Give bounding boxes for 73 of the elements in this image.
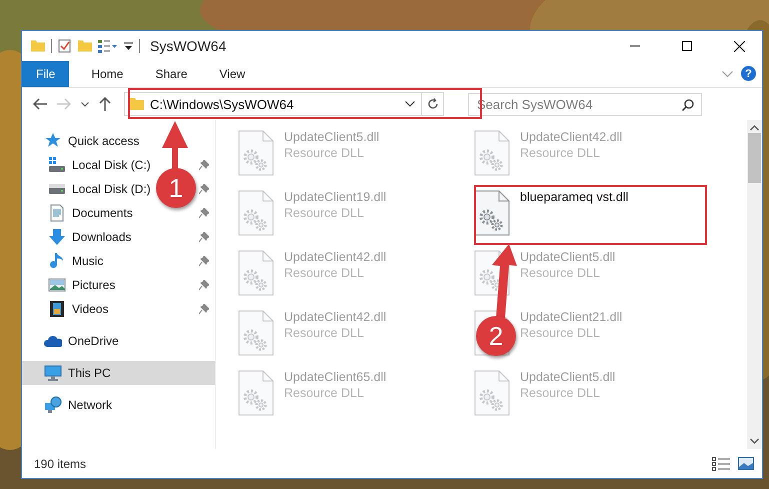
sidebar-item[interactable]: This PC [68,366,111,380]
music-note-icon [48,252,66,270]
properties-icon[interactable] [58,39,72,53]
large-icons-view-icon[interactable] [738,457,754,470]
file-type: Resource DLL [520,386,601,400]
sidebar-item[interactable]: Quick access [68,134,140,148]
search-icon[interactable] [682,98,694,110]
view-options-icon[interactable] [98,39,118,53]
item-count: 190 items [34,456,88,470]
file-type: Resource DLL [284,206,365,220]
scrollbar-thumb[interactable] [748,133,761,183]
file-type: Resource DLL [520,146,601,160]
refresh-icon [426,98,438,110]
ribbon-tab[interactable]: View [203,61,262,87]
sidebar-item[interactable]: Documents [72,206,133,220]
document-icon [48,204,66,222]
film-icon [48,300,66,318]
settings-file-icon [238,190,274,236]
pin-icon[interactable] [199,232,209,242]
file-name[interactable]: blueparameq vst.dll [520,190,628,204]
pin-icon[interactable] [199,280,209,290]
drive-icon [48,156,66,174]
ribbon-tab[interactable]: Share [139,61,204,87]
sidebar-item[interactable]: Local Disk (C:) [72,158,151,172]
dropdown-icon[interactable] [124,41,133,51]
sidebar-item[interactable]: Downloads [72,230,132,244]
callout-arrow [162,121,188,170]
settings-file-icon [474,190,510,236]
settings-file-icon [474,370,510,416]
recent-locations-button[interactable] [78,100,92,108]
settings-file-icon [474,130,510,176]
scroll-down-icon[interactable] [750,438,759,444]
settings-file-icon [238,130,274,176]
sidebar-item[interactable]: Network [68,398,112,412]
pin-icon[interactable] [199,160,209,170]
pin-icon[interactable] [199,256,209,266]
settings-file-icon [238,310,274,356]
sidebar-item[interactable]: Pictures [72,278,116,292]
folder-icon [31,40,45,52]
details-view-icon[interactable] [712,456,730,470]
sidebar-item[interactable]: Local Disk (D:) [72,182,151,196]
folder-icon [130,98,144,110]
close-icon [734,40,744,52]
computer-icon [44,364,62,382]
network-icon [44,396,62,414]
address-field[interactable]: C:\Windows\SysWOW64 [124,92,444,116]
file-type: Resource DLL [284,146,365,160]
chevron-down-icon [722,70,733,78]
pin-icon[interactable] [199,184,209,194]
ribbon-tab[interactable]: File [22,61,70,87]
window-title: SysWOW64 [150,38,228,54]
settings-file-icon [238,250,274,296]
sidebar-item[interactable]: Videos [72,302,108,316]
sidebar-item[interactable]: Music [72,254,104,268]
file-type: Resource DLL [284,386,365,400]
ribbon-tab[interactable]: Home [75,61,140,87]
file-type: Resource DLL [520,326,601,340]
scrollbar[interactable] [747,120,762,449]
file-type: Resource DLL [284,326,365,340]
pictures-icon [48,276,66,294]
pin-icon[interactable] [199,208,209,218]
scroll-up-icon[interactable] [750,125,759,131]
file-type: Resource DLL [520,266,601,280]
help-button[interactable]: ? [741,66,756,81]
minimize-icon [630,45,640,47]
back-button[interactable] [30,96,50,112]
caret-icon[interactable] [405,101,415,107]
maximize-icon [682,41,692,51]
sidebar-item[interactable]: OneDrive [68,334,119,348]
settings-file-icon [238,370,274,416]
download-icon [48,228,66,246]
file-type: Resource DLL [284,266,365,280]
pin-icon[interactable] [199,304,209,314]
